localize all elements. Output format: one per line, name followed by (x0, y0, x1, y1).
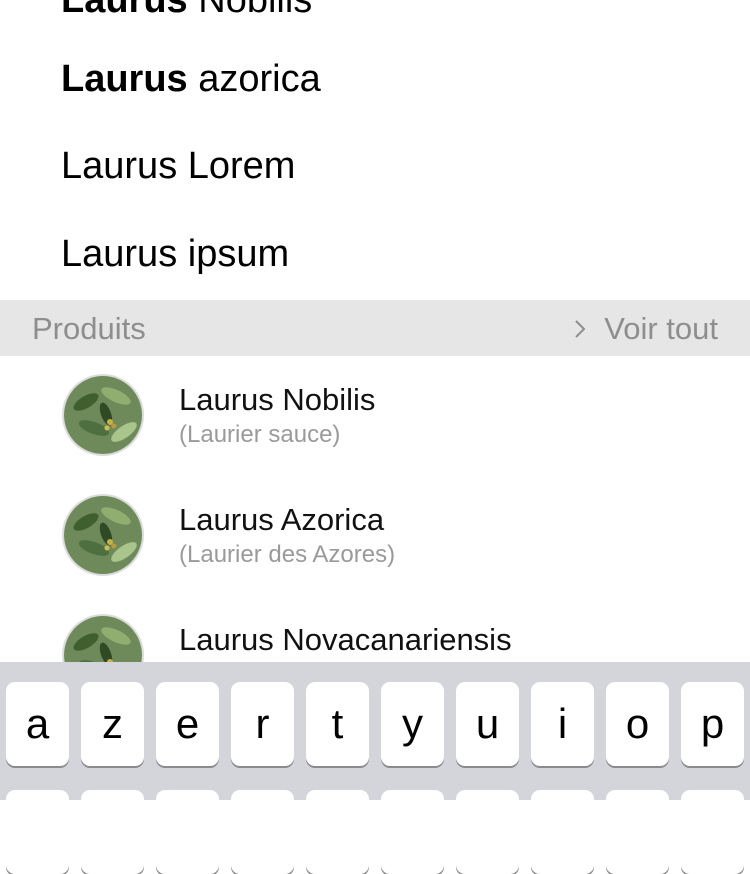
suggestion-rest: azorica (187, 58, 321, 100)
see-all-link[interactable]: Voir tout (574, 311, 718, 347)
keyboard-key[interactable] (606, 790, 669, 874)
keyboard-key[interactable] (6, 790, 69, 874)
keyboard-key[interactable] (231, 790, 294, 874)
product-thumbnail (62, 374, 144, 456)
key-a[interactable]: a (6, 682, 69, 766)
key-u[interactable]: u (456, 682, 519, 766)
suggestion-match: Laurus (61, 58, 188, 100)
key-o[interactable]: o (606, 682, 669, 766)
see-all-label: Voir tout (604, 311, 718, 346)
keyboard-key[interactable] (381, 790, 444, 874)
section-title: Produits (32, 311, 146, 346)
key-e[interactable]: e (156, 682, 219, 766)
key-p[interactable]: p (681, 682, 744, 766)
keyboard-key[interactable] (156, 790, 219, 874)
keyboard-key[interactable] (681, 790, 744, 874)
key-z[interactable]: z (81, 682, 144, 766)
product-name: Laurus Novacanariensis (179, 622, 512, 657)
product-name: Laurus Nobilis (179, 382, 376, 417)
product-subtitle: (Laurier des Azores) (179, 541, 396, 568)
suggestion-item[interactable]: Laurus ipsum (61, 232, 289, 276)
key-r[interactable]: r (231, 682, 294, 766)
product-row[interactable]: Laurus Nobilis (Laurier sauce) (0, 356, 750, 476)
keyboard-key[interactable] (81, 790, 144, 874)
product-name: Laurus Azorica (179, 502, 385, 537)
products-section-header: Produits Voir tout (0, 300, 750, 356)
chevron-right-icon (575, 320, 586, 338)
laurel-image-icon (64, 496, 142, 574)
suggestion-rest: Laurus ipsum (61, 233, 290, 275)
search-suggestions-list: Laurus Nobilis Laurus azorica Laurus Lor… (0, 0, 750, 300)
laurel-image-icon (64, 376, 142, 454)
suggestion-item[interactable]: Laurus azorica (61, 57, 321, 101)
suggestion-rest: Laurus Lorem (61, 145, 296, 187)
suggestion-item[interactable]: Laurus Lorem (61, 144, 295, 188)
key-i[interactable]: i (531, 682, 594, 766)
suggestion-item[interactable]: Laurus Nobilis (61, 0, 312, 22)
product-thumbnail (62, 494, 144, 576)
product-row[interactable]: Laurus Azorica (Laurier des Azores) (0, 476, 750, 596)
keyboard-key[interactable] (306, 790, 369, 874)
on-screen-keyboard: a z e r t y u i o p (0, 662, 750, 874)
key-t[interactable]: t (306, 682, 369, 766)
keyboard-key[interactable] (456, 790, 519, 874)
key-y[interactable]: y (381, 682, 444, 766)
suggestion-rest: Nobilis (187, 0, 313, 21)
product-subtitle: (Laurier sauce) (179, 421, 341, 448)
suggestion-match: Laurus (61, 0, 188, 21)
keyboard-key[interactable] (531, 790, 594, 874)
